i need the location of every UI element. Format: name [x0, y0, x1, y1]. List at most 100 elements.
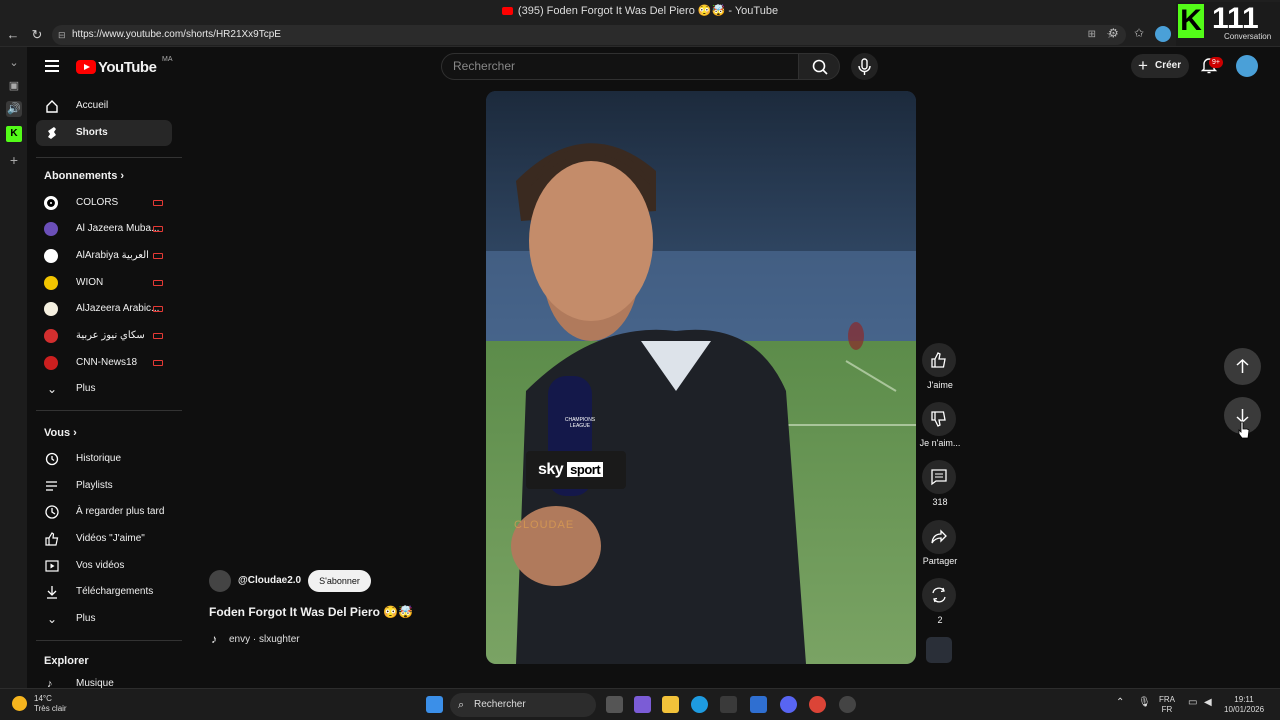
share-button[interactable]	[922, 520, 956, 554]
menu-icon[interactable]	[45, 60, 59, 72]
sidebar-item-label: Musique	[76, 678, 114, 688]
sidebar-item-playlists[interactable]: Playlists	[36, 473, 172, 499]
edge-icon[interactable]	[691, 696, 708, 713]
downloads-icon	[47, 586, 57, 599]
channel-avatar	[44, 356, 58, 370]
dislike-button[interactable]	[922, 402, 956, 436]
sidebar-item-watch-later[interactable]: À regarder plus tard	[36, 499, 172, 525]
app-icon[interactable]	[839, 696, 856, 713]
search-button[interactable]	[798, 53, 840, 80]
sidebar-item-label: Téléchargements	[76, 586, 154, 597]
live-icon	[153, 253, 163, 259]
taskbar-search[interactable]: ⌕ Rechercher	[450, 693, 596, 717]
subscriptions-show-more[interactable]: ⌄ Plus	[36, 376, 172, 402]
sidebar-item-label: WION	[76, 277, 104, 288]
sidebar-item-music[interactable]: ♪ Musique	[36, 671, 172, 688]
live-icon	[153, 226, 163, 232]
search-icon: ⌕	[458, 699, 465, 711]
channel-name[interactable]: @Cloudae2.0	[238, 575, 301, 586]
notifications-badge: 9+	[1209, 57, 1223, 68]
network-icon[interactable]: ▭	[1188, 698, 1197, 708]
audio-tab-icon[interactable]: 🔊	[6, 101, 22, 117]
playlists-icon	[46, 481, 57, 491]
site-info-icon[interactable]: ⊟	[58, 25, 66, 45]
share-icon	[931, 529, 947, 544]
windows-taskbar: 14°C Très clair ⌕ Rechercher ⌃ 🎙 FRA FR …	[0, 688, 1280, 720]
mail-icon[interactable]	[750, 696, 767, 713]
you-show-more[interactable]: ⌄ Plus	[36, 606, 172, 632]
sidebar-item-label: Plus	[76, 613, 96, 624]
previous-short-button[interactable]	[1224, 348, 1261, 385]
extension-icon[interactable]: ⚙	[1108, 26, 1119, 40]
account-avatar[interactable]	[1236, 55, 1258, 77]
sidebar-item-liked-videos[interactable]: Vidéos "J'aime"	[36, 526, 172, 552]
short-video-player[interactable]: sky sport CHAMPIONS LEAGUE CLOUDAE	[486, 91, 916, 664]
channel-avatar	[44, 329, 58, 343]
sidebar-subscription[interactable]: AlJazeera Arabic...	[36, 296, 172, 322]
sidebar-item-label: AlArabiya العربية	[76, 250, 149, 261]
sidebar-subscription[interactable]: CNN-News18	[36, 350, 172, 376]
sidebar-subscription[interactable]: AlArabiya العربية	[36, 243, 172, 269]
reload-icon[interactable]: ↻	[28, 26, 46, 44]
tab-icon[interactable]: ▣	[6, 78, 22, 94]
chevron-down-icon[interactable]: ⌄	[6, 55, 22, 71]
window-titlebar: (395) Foden Forgot It Was Del Piero 😳🤯 -…	[0, 0, 1280, 22]
thumbs-down-icon	[931, 411, 946, 427]
kick-logo-icon: K	[1178, 4, 1204, 38]
sidebar-item-downloads[interactable]: Téléchargements	[36, 579, 172, 605]
new-tab-plus-icon[interactable]: +	[6, 152, 22, 168]
language-indicator[interactable]: FRA FR	[1159, 695, 1175, 715]
subscribe-button[interactable]: S'abonner	[308, 570, 371, 592]
home-icon	[46, 100, 58, 113]
youtube-play-icon	[76, 60, 96, 74]
chrome-icon[interactable]	[809, 696, 826, 713]
sidebar-item-shorts[interactable]: Shorts	[36, 120, 172, 146]
sidebar-subscription[interactable]: Al Jazeera Muba...	[36, 216, 172, 242]
channel-avatar	[44, 302, 58, 316]
like-button[interactable]	[922, 343, 956, 377]
create-button[interactable]: + Créer	[1131, 54, 1189, 78]
remix-button[interactable]	[922, 578, 956, 612]
weather-widget[interactable]: 14°C Très clair	[12, 694, 67, 714]
sidebar-subscription[interactable]: COLORS	[36, 190, 172, 216]
thumbs-up-icon	[931, 352, 946, 368]
youtube-logo-text: YouTube	[98, 59, 157, 76]
chevron-down-icon: ⌄	[47, 612, 58, 626]
search-input[interactable]: Rechercher	[441, 53, 799, 80]
file-explorer-icon[interactable]	[662, 696, 679, 713]
clock[interactable]: 19:11 10/01/2026	[1224, 695, 1264, 715]
voice-search-button[interactable]	[851, 53, 878, 80]
comments-button[interactable]	[922, 460, 956, 494]
sidebar-item-home[interactable]: Accueil	[36, 93, 172, 119]
browser-profile-avatar[interactable]	[1155, 26, 1171, 42]
sound-thumbnail[interactable]	[926, 637, 952, 663]
volume-icon[interactable]: ◀	[1204, 698, 1212, 708]
kick-tab-icon[interactable]: K	[6, 126, 22, 142]
app-available-icon[interactable]: ⊞	[1088, 25, 1096, 45]
sidebar-subscription[interactable]: WION	[36, 270, 172, 296]
channel-avatar[interactable]	[209, 570, 231, 592]
short-music[interactable]: envy · slxughter	[229, 634, 300, 645]
microphone-tray-icon[interactable]: 🎙	[1138, 698, 1151, 708]
address-bar[interactable]: ⊟ https://www.youtube.com/shorts/HR21Xx9…	[52, 25, 1126, 45]
sidebar-item-your-videos[interactable]: Vos vidéos	[36, 553, 172, 579]
divider	[36, 640, 182, 641]
discord-icon[interactable]	[780, 696, 797, 713]
sidebar-subscription[interactable]: سكاي نيوز عربية	[36, 323, 172, 349]
subscriptions-heading[interactable]: Abonnements ›	[44, 170, 124, 182]
sidebar-item-history[interactable]: Historique	[36, 446, 172, 472]
back-arrow-icon[interactable]: ←	[4, 26, 22, 44]
arrow-up-icon	[1236, 358, 1249, 373]
music-note-icon: ♪	[211, 632, 217, 646]
task-view-icon[interactable]	[606, 696, 623, 713]
store-icon[interactable]	[720, 696, 737, 713]
copilot-icon[interactable]	[634, 696, 651, 713]
history-icon	[45, 452, 59, 466]
browser-vertical-sidebar: ⌄ ▣ 🔊 K +	[0, 47, 27, 688]
start-icon[interactable]	[426, 696, 443, 713]
favorites-icon[interactable]: ✩	[1134, 26, 1144, 40]
chevron-up-icon[interactable]: ⌃	[1116, 698, 1124, 708]
create-label: Créer	[1155, 60, 1182, 71]
you-heading[interactable]: Vous ›	[44, 427, 77, 439]
dislike-label: Je n'aim...	[919, 438, 961, 448]
